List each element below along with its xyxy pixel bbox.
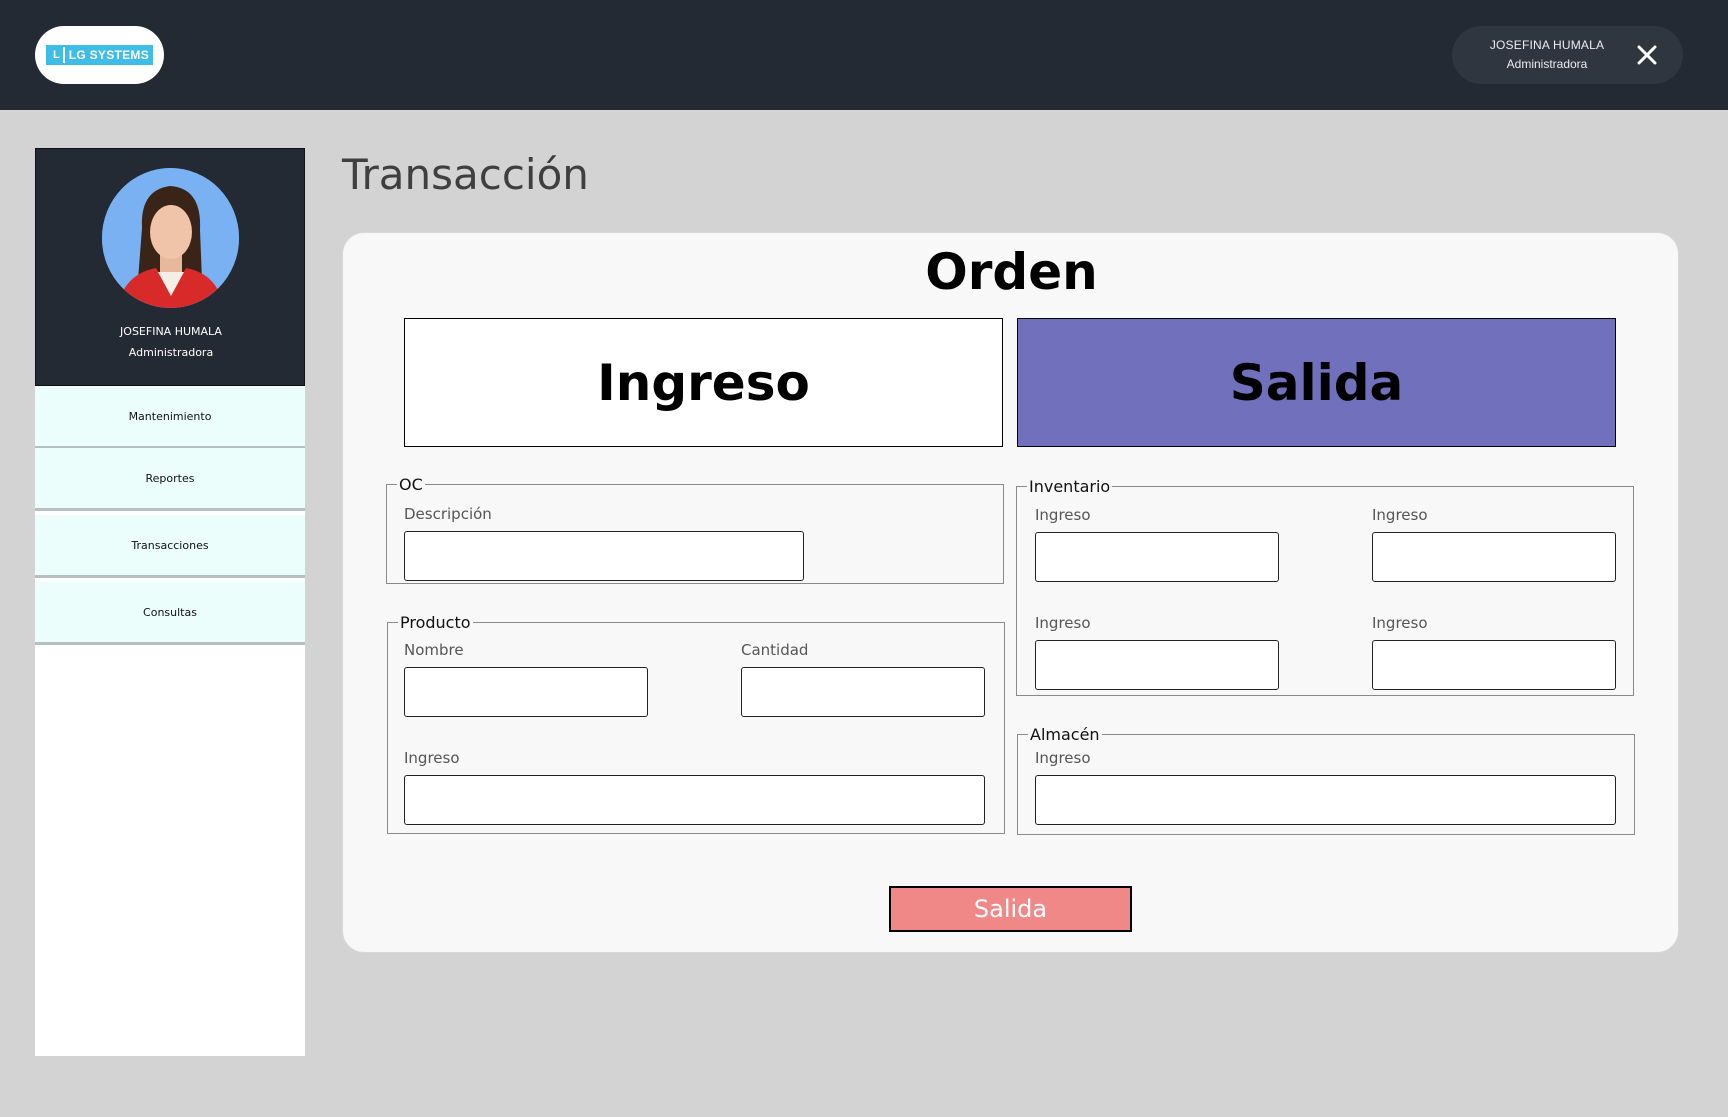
inventario-input-2[interactable] bbox=[1372, 532, 1616, 582]
almacen-ingreso-input[interactable] bbox=[1035, 775, 1616, 825]
tab-ingreso[interactable]: Ingreso bbox=[404, 318, 1003, 447]
producto-legend: Producto bbox=[400, 613, 471, 632]
inventario-input-3[interactable] bbox=[1035, 640, 1279, 690]
top-bar: L LG SYSTEMS JOSEFINA HUMALA Administrad… bbox=[0, 0, 1728, 110]
logo-badge: L LG SYSTEMS bbox=[45, 45, 154, 65]
header-user-name: JOSEFINA HUMALA bbox=[1489, 38, 1605, 52]
nombre-input[interactable] bbox=[404, 667, 648, 717]
sidebar-item-consultas[interactable]: Consultas bbox=[35, 582, 305, 645]
logo-text: LG SYSTEMS bbox=[68, 48, 150, 62]
producto-ingreso-label: Ingreso bbox=[404, 749, 460, 767]
cantidad-input[interactable] bbox=[741, 667, 985, 717]
inventario-label-3: Ingreso bbox=[1035, 614, 1091, 632]
almacen-legend: Almacén bbox=[1030, 725, 1100, 744]
header-user-role: Administradora bbox=[1506, 57, 1588, 71]
inventario-legend: Inventario bbox=[1029, 477, 1111, 496]
tab-salida[interactable]: Salida bbox=[1017, 318, 1616, 447]
inventario-label-1: Ingreso bbox=[1035, 506, 1091, 524]
sidebar-item-reportes[interactable]: Reportes bbox=[35, 448, 305, 511]
page-title: Transacción bbox=[342, 150, 589, 199]
inventario-input-4[interactable] bbox=[1372, 640, 1616, 690]
close-icon[interactable] bbox=[1630, 38, 1664, 72]
order-card: Orden Ingreso Salida OC Descripción Prod… bbox=[342, 232, 1679, 953]
profile-panel: JOSEFINA HUMALA Administradora bbox=[35, 148, 305, 386]
inventario-label-2: Ingreso bbox=[1372, 506, 1428, 524]
inventario-label-4: Ingreso bbox=[1372, 614, 1428, 632]
avatar bbox=[102, 168, 239, 308]
sidebar: JOSEFINA HUMALA Administradora Mantenimi… bbox=[35, 148, 305, 1056]
logo-mark: L bbox=[50, 47, 65, 63]
card-title: Orden bbox=[925, 243, 1098, 301]
profile-role: Administradora bbox=[128, 346, 214, 359]
almacen-ingreso-label: Ingreso bbox=[1035, 749, 1091, 767]
salida-submit-button[interactable]: Salida bbox=[889, 886, 1132, 932]
descripcion-input[interactable] bbox=[404, 531, 804, 581]
oc-legend: OC bbox=[399, 475, 423, 494]
producto-ingreso-input[interactable] bbox=[404, 775, 985, 825]
nombre-label: Nombre bbox=[404, 641, 464, 659]
descripcion-label: Descripción bbox=[404, 505, 492, 523]
inventario-input-1[interactable] bbox=[1035, 532, 1279, 582]
sidebar-item-mantenimiento[interactable]: Mantenimiento bbox=[35, 386, 305, 449]
cantidad-label: Cantidad bbox=[741, 641, 809, 659]
profile-name: JOSEFINA HUMALA bbox=[120, 325, 222, 338]
app-logo[interactable]: L LG SYSTEMS bbox=[35, 26, 164, 84]
sidebar-item-transacciones[interactable]: Transacciones bbox=[35, 515, 305, 578]
